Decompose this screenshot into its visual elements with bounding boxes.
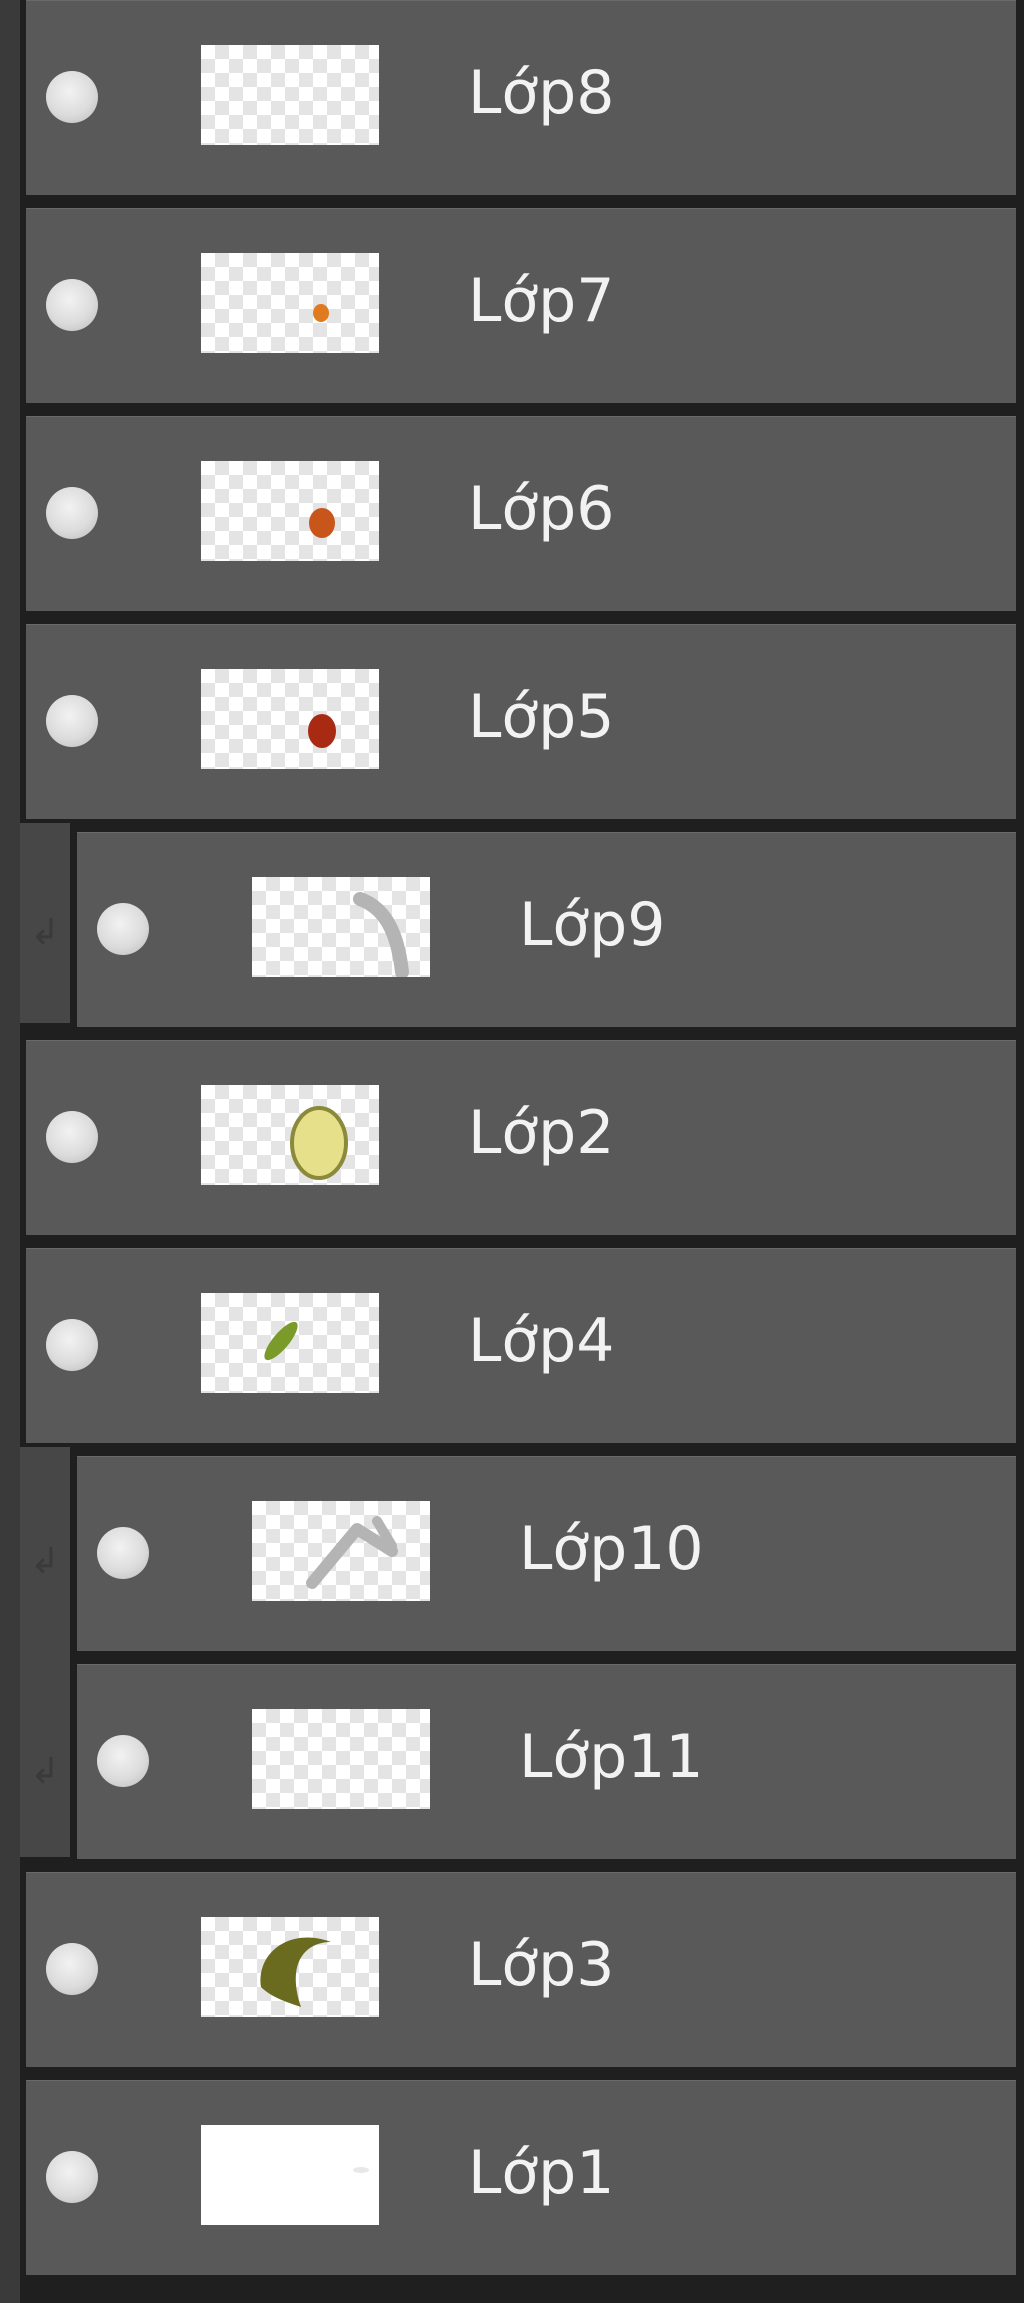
olive-crescent-icon <box>260 1937 331 2007</box>
layer-thumbnail <box>201 2125 379 2225</box>
green-leaf-icon <box>264 1321 298 1361</box>
white-background-icon <box>353 2167 369 2173</box>
visibility-toggle-icon[interactable] <box>46 487 98 539</box>
layer-name: Lớp1 <box>468 2138 615 2208</box>
layer-thumbnail <box>201 1917 379 2017</box>
layer-thumbnail <box>252 1709 430 1809</box>
layer-thumbnail <box>201 461 379 561</box>
clip-arrow-icon: ↲ <box>29 1541 61 1582</box>
layer-row[interactable]: Lớp2 <box>26 1040 1016 1235</box>
layer-row[interactable]: Lớp3 <box>26 1872 1016 2067</box>
visibility-toggle-icon[interactable] <box>97 1735 149 1787</box>
layer-row[interactable]: Lớp6 <box>26 416 1016 611</box>
layer-name: Lớp2 <box>468 1098 615 1168</box>
layer-name: Lớp8 <box>468 58 615 128</box>
layer-thumbnail <box>201 669 379 769</box>
visibility-toggle-icon[interactable] <box>46 695 98 747</box>
panel-left-rail <box>0 0 20 2303</box>
layer-thumbnail <box>252 1501 430 1601</box>
layer-thumbnail <box>201 1293 379 1393</box>
gray-curve-icon <box>353 892 409 977</box>
visibility-toggle-icon[interactable] <box>97 1527 149 1579</box>
clip-indicator-bar: ↲ <box>20 823 70 1023</box>
clip-arrow-icon: ↲ <box>29 1751 61 1792</box>
layer-thumbnail <box>201 253 379 353</box>
visibility-toggle-icon[interactable] <box>46 71 98 123</box>
yellow-oval-icon <box>290 1106 348 1180</box>
clip-indicator-bar: ↲ ↲ <box>20 1447 70 1857</box>
layer-thumbnail <box>252 877 430 977</box>
layer-name: Lớp6 <box>468 474 615 544</box>
layer-name: Lớp3 <box>468 1930 615 2000</box>
visibility-toggle-icon[interactable] <box>46 279 98 331</box>
gray-strokes-icon <box>306 1516 398 1589</box>
layer-row[interactable]: Lớp7 <box>26 208 1016 403</box>
visibility-toggle-icon[interactable] <box>46 1943 98 1995</box>
orange-dot-icon <box>309 508 335 538</box>
layer-thumbnail <box>201 45 379 145</box>
layer-row[interactable]: Lớp1 <box>26 2080 1016 2275</box>
layer-name: Lớp10 <box>519 1514 704 1584</box>
layer-name: Lớp5 <box>468 682 615 752</box>
small-orange-dot-icon <box>313 304 329 322</box>
layer-row[interactable]: Lớp11 <box>77 1664 1016 1859</box>
dark-red-dot-icon <box>308 714 336 748</box>
visibility-toggle-icon[interactable] <box>97 903 149 955</box>
layer-row[interactable]: Lớp5 <box>26 624 1016 819</box>
visibility-toggle-icon[interactable] <box>46 1111 98 1163</box>
layer-name: Lớp7 <box>468 266 615 336</box>
clip-arrow-icon: ↲ <box>29 912 61 953</box>
visibility-toggle-icon[interactable] <box>46 1319 98 1371</box>
visibility-toggle-icon[interactable] <box>46 2151 98 2203</box>
layer-row[interactable]: Lớp9 <box>77 832 1016 1027</box>
layer-thumbnail <box>201 1085 379 1185</box>
layer-row[interactable]: Lớp8 <box>26 0 1016 195</box>
layer-name: Lớp4 <box>468 1306 615 1376</box>
layer-name: Lớp9 <box>519 890 666 960</box>
layer-name: Lớp11 <box>519 1722 704 1792</box>
layers-panel: ↲ ↲ ↲ Lớp8 Lớp7 Lớp6 Lớp5 Lớp9 Lớp2 Lớp4… <box>0 0 1024 2303</box>
layer-row[interactable]: Lớp4 <box>26 1248 1016 1443</box>
layer-row[interactable]: Lớp10 <box>77 1456 1016 1651</box>
